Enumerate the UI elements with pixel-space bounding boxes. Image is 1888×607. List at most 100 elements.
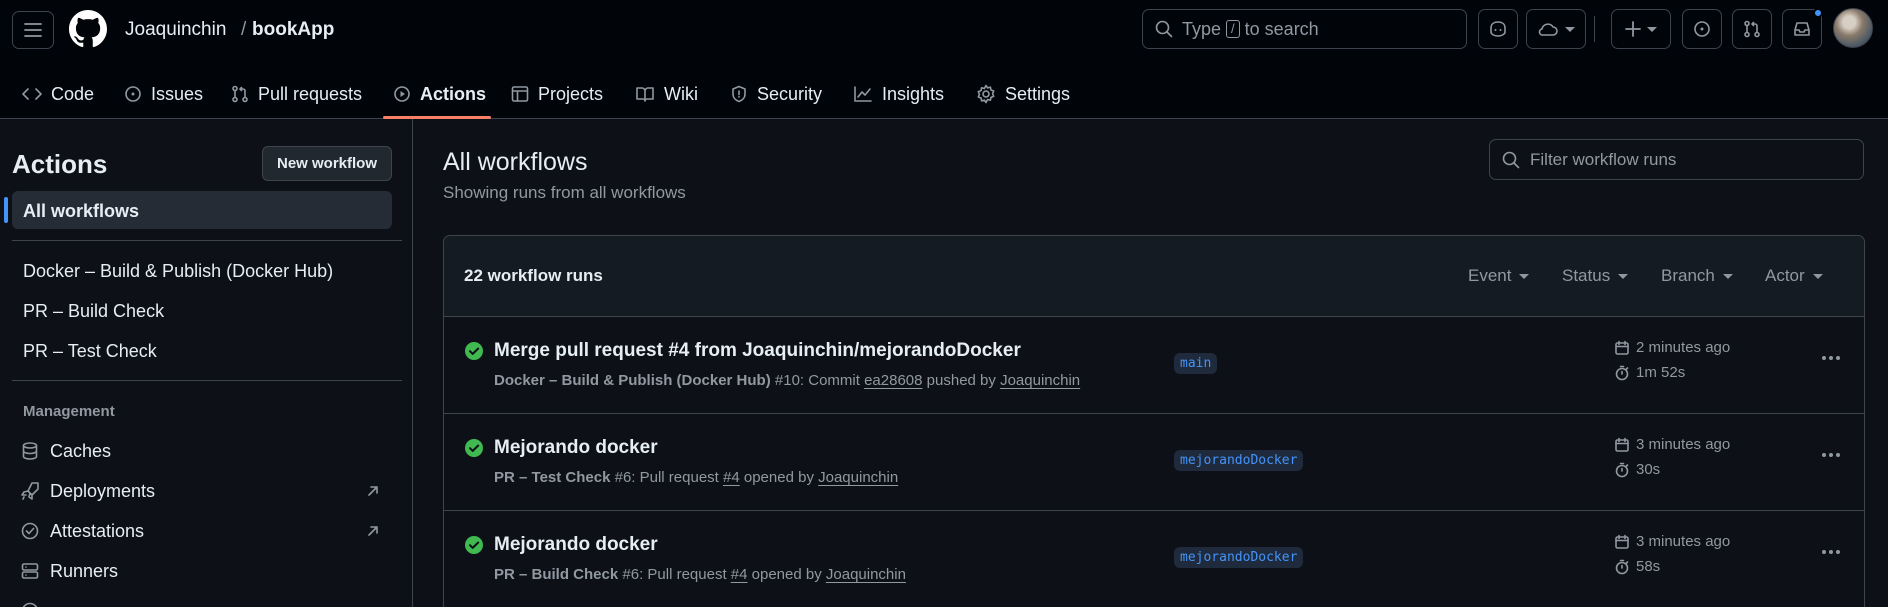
run-verb: opened by [743, 469, 814, 486]
kebab-dot [1822, 356, 1826, 360]
issues-button[interactable] [1682, 9, 1722, 49]
filter-status[interactable]: Status [1562, 266, 1629, 286]
tab-security[interactable]: Security [730, 69, 822, 119]
run-number: #6 [622, 566, 640, 583]
run-when: 2 minutes ago [1636, 339, 1731, 356]
run-event: : Pull request [639, 566, 727, 583]
copilot-icon [1490, 21, 1506, 37]
run-verb: pushed by [926, 372, 996, 389]
pull-requests-button[interactable] [1732, 9, 1772, 49]
hamburger-icon [24, 23, 42, 37]
menu-button[interactable] [12, 11, 54, 49]
notification-dot [1813, 8, 1823, 18]
chevron-down-icon [1812, 273, 1823, 279]
sidebar-item-workflow[interactable]: Docker – Build & Publish (Docker Hub) [23, 261, 333, 282]
branch-badge[interactable]: mejorandoDocker [1174, 450, 1304, 471]
run-time: 2 minutes ago [1614, 339, 1730, 356]
sidebar-item-workflow[interactable]: PR – Build Check [23, 301, 164, 322]
run-options-button[interactable] [1814, 537, 1848, 567]
run-title[interactable]: Mejorando docker [494, 534, 658, 556]
chevron-down-icon [1519, 273, 1530, 279]
sidebar-item-caches[interactable]: Caches [20, 436, 380, 466]
runs-header: 22 workflow runs Event Status Branch Act… [444, 236, 1864, 317]
create-new-button[interactable] [1611, 9, 1671, 49]
sidebar-item-attestations[interactable]: Attestations [20, 516, 380, 546]
tab-actions[interactable]: Actions [393, 69, 486, 119]
verified-icon [21, 522, 39, 540]
run-options-button[interactable] [1814, 440, 1848, 470]
tab-label: Settings [1005, 83, 1071, 104]
tab-wiki[interactable]: Wiki [635, 69, 698, 119]
branch-badge[interactable]: main [1174, 353, 1218, 374]
arrow-up-right-icon [368, 486, 378, 496]
selected-indicator [4, 197, 8, 223]
arrow-up-right-icon [368, 526, 378, 536]
book-icon [636, 87, 654, 102]
copilot-dropdown-button[interactable] [1526, 9, 1586, 49]
tab-projects[interactable]: Projects [511, 69, 603, 119]
database-icon [22, 442, 38, 460]
tab-label: Wiki [664, 83, 698, 104]
branch-badge[interactable]: mejorandoDocker [1174, 547, 1304, 568]
filter-workflow-runs-input[interactable]: Filter workflow runs [1489, 139, 1864, 180]
runs-count: 22 workflow runs [464, 266, 603, 285]
run-verb: opened by [751, 566, 822, 583]
avatar[interactable] [1833, 8, 1873, 48]
run-title[interactable]: Mejorando docker [494, 437, 658, 459]
check-circle-icon [465, 439, 483, 457]
filter-event[interactable]: Event [1468, 266, 1530, 286]
sidebar-item-label: Deployments [50, 480, 156, 501]
github-logo-icon[interactable] [69, 10, 107, 48]
sidebar-item-label: All workflows [23, 201, 140, 221]
filter-label: Status [1562, 266, 1611, 285]
tab-pull-requests[interactable]: Pull requests [231, 69, 362, 119]
new-workflow-button[interactable]: New workflow [262, 146, 392, 181]
global-search[interactable]: Type / to search [1142, 9, 1467, 49]
code-icon [22, 88, 42, 100]
run-title[interactable]: Merge pull request #4 from Joaquinchin/m… [494, 340, 1021, 362]
tab-issues[interactable]: Issues [124, 69, 203, 119]
management-heading: Management [23, 403, 115, 420]
tab-insights[interactable]: Insights [853, 69, 944, 119]
plus-icon [1625, 21, 1641, 37]
run-options-button[interactable] [1814, 343, 1848, 373]
stopwatch-icon [1615, 365, 1629, 380]
sidebar-item-partial[interactable] [20, 596, 380, 607]
filter-actor[interactable]: Actor [1765, 266, 1823, 286]
sidebar-divider [12, 380, 402, 381]
chevron-down-icon [1565, 26, 1575, 32]
header-divider [1594, 16, 1595, 42]
run-duration-value: 58s [1636, 558, 1661, 575]
run-actor-link[interactable]: Joaquinchin [818, 469, 898, 486]
calendar-icon [1615, 340, 1629, 355]
breadcrumb-owner[interactable]: Joaquinchin [125, 19, 226, 41]
sidebar-item-runners[interactable]: Runners [20, 556, 380, 586]
sidebar-divider [12, 240, 402, 241]
shield-icon [732, 85, 746, 103]
check-circle-icon [465, 536, 483, 554]
table-row[interactable]: Merge pull request #4 from Joaquinchin/m… [444, 317, 1864, 414]
run-ref-link[interactable]: #4 [731, 566, 748, 583]
run-actor-link[interactable]: Joaquinchin [1000, 372, 1080, 389]
breadcrumb-repo[interactable]: bookApp [252, 19, 334, 41]
tab-label: Pull requests [258, 83, 363, 104]
tab-code[interactable]: Code [22, 69, 94, 119]
tab-settings[interactable]: Settings [976, 69, 1070, 119]
run-actor-link[interactable]: Joaquinchin [826, 566, 906, 583]
pull-request-icon [232, 85, 248, 103]
search-icon [1155, 20, 1173, 38]
run-ref-link[interactable]: #4 [723, 469, 740, 486]
run-ref-link[interactable]: ea28608 [864, 372, 922, 389]
table-row[interactable]: Mejorando docker PR – Build Check #6: Pu… [444, 511, 1864, 607]
filter-placeholder: Filter workflow runs [1530, 149, 1677, 169]
cloud-icon [1538, 23, 1558, 36]
sidebar-title: Actions [12, 149, 108, 179]
table-row[interactable]: Mejorando docker PR – Test Check #6: Pul… [444, 414, 1864, 511]
filter-branch[interactable]: Branch [1661, 266, 1733, 286]
sidebar-item-label: Attestations [50, 520, 145, 541]
sidebar-item-workflow[interactable]: PR – Test Check [23, 341, 157, 362]
search-shortcut-key: / [1226, 20, 1240, 38]
run-duration: 30s [1614, 461, 1660, 478]
sidebar-item-deployments[interactable]: Deployments [20, 476, 380, 506]
copilot-button[interactable] [1478, 9, 1518, 49]
